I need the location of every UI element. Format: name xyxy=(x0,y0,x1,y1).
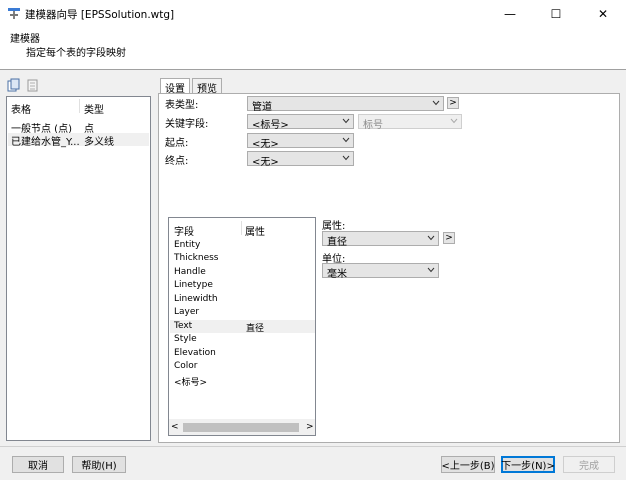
table-name: 已建给水管_Y... xyxy=(11,137,80,148)
wizard-subtitle: 指定每个表的字段映射 xyxy=(26,48,126,59)
key-field-combo[interactable]: <标号> xyxy=(247,114,354,131)
field-row[interactable]: Style xyxy=(170,333,315,346)
table-type-combo[interactable]: 管道 xyxy=(247,96,444,113)
field-name: Handle xyxy=(174,267,206,277)
finish-button: 完成 xyxy=(563,456,615,473)
field-row[interactable]: Handle xyxy=(170,266,315,279)
table-type: 多义线 xyxy=(84,137,114,148)
copy-icon[interactable] xyxy=(7,78,21,92)
wizard-header: 建模器 指定每个表的字段映射 xyxy=(0,27,626,70)
attribute-combo[interactable]: 直径 xyxy=(322,231,439,248)
column-header-table[interactable]: 表格 xyxy=(11,101,31,116)
table-row-selected[interactable]: 已建给水管_Y... 多义线 xyxy=(8,133,149,148)
field-row[interactable]: <标号> xyxy=(170,374,315,388)
field-name: Thickness xyxy=(174,253,219,263)
table-type-more-button[interactable]: > xyxy=(447,97,459,109)
field-row-selected[interactable]: Text 直径 xyxy=(170,320,315,334)
field-name: Linetype xyxy=(174,280,213,290)
maximize-button[interactable]: ☐ xyxy=(533,0,579,27)
field-list[interactable]: 字段 属性 Entity Thickness Handle Linetype L… xyxy=(168,217,316,436)
start-point-combo[interactable]: <无> xyxy=(247,133,354,150)
table-list[interactable]: 表格 类型 一般节点 (点) 点 已建给水管_Y... 多义线 xyxy=(6,96,151,441)
chevron-down-icon xyxy=(432,100,440,106)
minimize-button[interactable]: — xyxy=(487,0,533,27)
attribute-label: 属性: xyxy=(322,221,346,232)
cancel-button[interactable]: 取消 xyxy=(12,456,64,473)
close-button[interactable]: ✕ xyxy=(580,0,626,27)
field-row[interactable]: Linetype xyxy=(170,279,315,292)
key-field-label: 关键字段: xyxy=(165,119,209,130)
key-field-secondary-combo: 标号 xyxy=(358,114,462,131)
unit-value: 毫米 xyxy=(327,269,347,280)
chevron-down-icon xyxy=(450,118,458,124)
end-point-combo[interactable]: <无> xyxy=(247,151,354,168)
chevron-down-icon xyxy=(342,155,350,161)
field-name: Color xyxy=(174,361,198,371)
key-field-secondary-value: 标号 xyxy=(363,120,383,131)
modeler-app-icon xyxy=(8,8,20,19)
scroll-left-arrow[interactable]: < xyxy=(171,422,179,432)
field-name: Elevation xyxy=(174,348,216,358)
start-point-label: 起点: xyxy=(165,138,189,149)
field-name: Entity xyxy=(174,240,201,250)
tab-preview[interactable]: 预览 xyxy=(192,78,222,95)
end-point-value: <无> xyxy=(252,157,279,168)
table-type-value: 管道 xyxy=(252,102,272,113)
field-row[interactable]: Thickness xyxy=(170,252,315,265)
chevron-down-icon xyxy=(427,267,435,273)
key-field-value: <标号> xyxy=(252,120,289,131)
horizontal-scrollbar[interactable]: < > xyxy=(169,419,315,435)
wizard-title: 建模器 xyxy=(10,34,40,45)
field-name: Linewidth xyxy=(174,294,218,304)
field-row[interactable]: Color xyxy=(170,360,315,373)
table-row[interactable]: 一般节点 (点) 点 xyxy=(8,120,149,135)
title-bar: 建模器向导 [EPSSolution.wtg] — ☐ ✕ xyxy=(0,0,626,27)
table-type-label: 表类型: xyxy=(165,100,199,111)
next-button[interactable]: 下一步(N)> xyxy=(501,456,555,473)
field-row[interactable]: Elevation xyxy=(170,347,315,360)
field-row[interactable]: Layer xyxy=(170,306,315,319)
help-button[interactable]: 帮助(H) xyxy=(72,456,126,473)
chevron-down-icon xyxy=(342,137,350,143)
chevron-down-icon xyxy=(342,118,350,124)
column-header-type[interactable]: 类型 xyxy=(84,101,104,116)
end-point-label: 终点: xyxy=(165,156,189,167)
window-title: 建模器向导 [EPSSolution.wtg] xyxy=(25,9,175,21)
scroll-right-arrow[interactable]: > xyxy=(306,422,314,432)
attribute-value: 直径 xyxy=(327,237,347,248)
field-name: <标号> xyxy=(174,378,208,388)
unit-combo[interactable]: 毫米 xyxy=(322,263,439,280)
start-point-value: <无> xyxy=(252,139,279,150)
column-header-field[interactable]: 字段 xyxy=(174,223,194,238)
back-button[interactable]: <上一步(B) xyxy=(441,456,495,473)
field-name: Layer xyxy=(174,307,200,317)
field-name: Style xyxy=(174,334,197,344)
delete-table-icon[interactable] xyxy=(26,78,40,92)
scrollbar-thumb[interactable] xyxy=(183,423,299,432)
tab-settings[interactable]: 设置 xyxy=(160,78,190,95)
field-name: Text xyxy=(174,321,193,331)
column-header-attribute[interactable]: 属性 xyxy=(245,223,265,238)
chevron-down-icon xyxy=(427,235,435,241)
field-row[interactable]: Linewidth xyxy=(170,293,315,306)
field-row[interactable]: Entity xyxy=(170,239,315,252)
attribute-more-button[interactable]: > xyxy=(443,232,455,244)
